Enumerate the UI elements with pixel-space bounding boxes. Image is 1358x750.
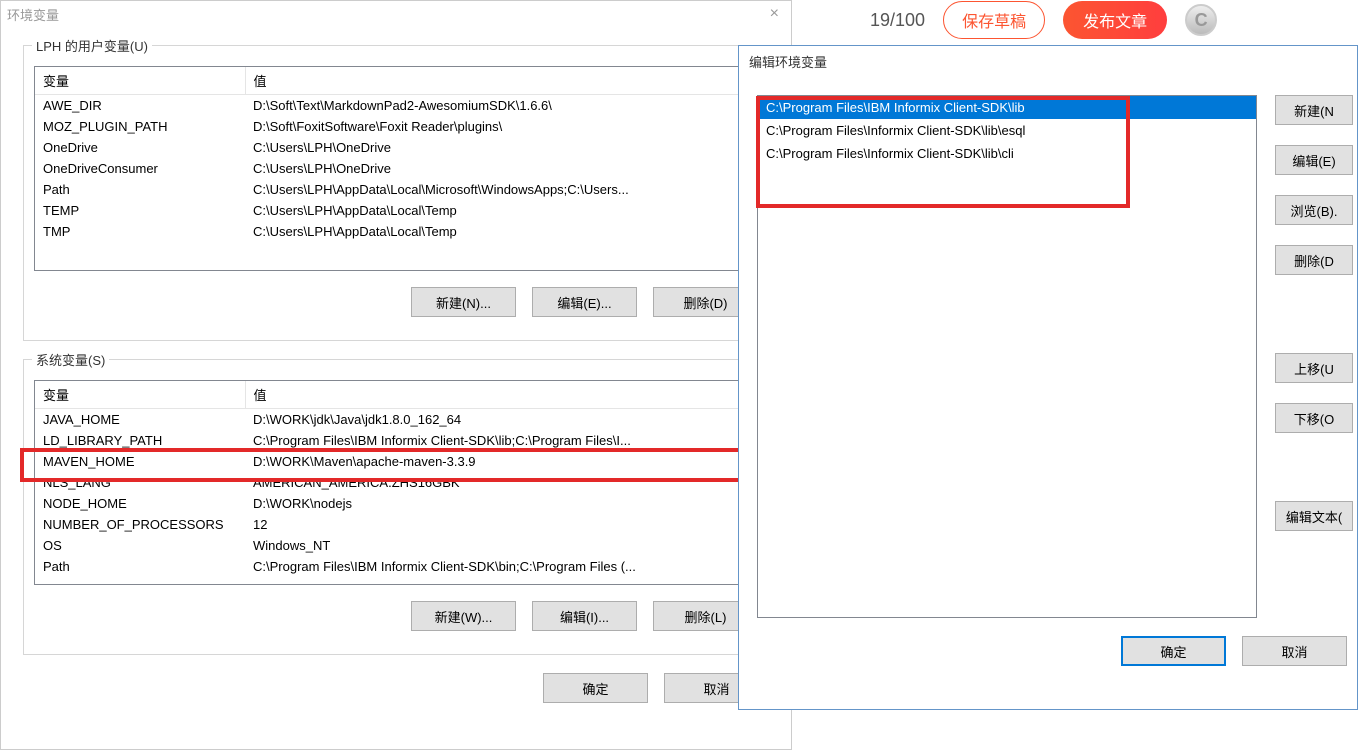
env-ok-button[interactable]: 确定 <box>543 673 648 703</box>
user-vars-table-wrap[interactable]: 变量 值 AWE_DIRD:\Soft\Text\MarkdownPad2-Aw… <box>34 66 758 271</box>
table-row[interactable]: LD_LIBRARY_PATHC:\Program Files\IBM Info… <box>35 430 757 451</box>
edit-browse-button[interactable]: 浏览(B). <box>1275 195 1353 225</box>
table-row[interactable]: NODE_HOMED:\WORK\nodejs <box>35 493 757 514</box>
var-name: NODE_HOME <box>35 493 245 514</box>
var-value: C:\Program Files\IBM Informix Client-SDK… <box>245 556 757 577</box>
var-value: C:\Users\LPH\OneDrive <box>245 158 757 179</box>
var-value: C:\Users\LPH\AppData\Local\Temp <box>245 200 757 221</box>
var-value: C:\Users\LPH\AppData\Local\Temp <box>245 221 757 242</box>
table-row[interactable]: PathC:\Program Files\IBM Informix Client… <box>35 556 757 577</box>
list-item[interactable]: C:\Program Files\Informix Client-SDK\lib… <box>758 142 1256 165</box>
var-value: Windows_NT <box>245 535 757 556</box>
edit-text-button[interactable]: 编辑文本( <box>1275 501 1353 531</box>
var-value: AMERICAN_AMERICA.ZHS16GBK <box>245 472 757 493</box>
table-row[interactable]: NUMBER_OF_PROCESSORS12 <box>35 514 757 535</box>
var-name: OS <box>35 535 245 556</box>
table-row[interactable]: PathC:\Users\LPH\AppData\Local\Microsoft… <box>35 179 757 200</box>
publish-button[interactable]: 发布文章 <box>1063 1 1167 39</box>
user-vars-table: 变量 值 AWE_DIRD:\Soft\Text\MarkdownPad2-Aw… <box>35 67 757 242</box>
var-value: D:\Soft\FoxitSoftware\Foxit Reader\plugi… <box>245 116 757 137</box>
edit-cancel-button[interactable]: 取消 <box>1242 636 1347 666</box>
edit-edit-button[interactable]: 编辑(E) <box>1275 145 1353 175</box>
edit-title: 编辑环境变量 <box>739 46 1357 77</box>
sys-vars-table-wrap[interactable]: 变量 值 JAVA_HOMED:\WORK\jdk\Java\jdk1.8.0_… <box>34 380 758 585</box>
user-vars-group: LPH 的用户变量(U) 变量 值 AWE_DIRD:\Soft\Text\Ma… <box>23 45 769 341</box>
user-new-button[interactable]: 新建(N)... <box>411 287 516 317</box>
var-value: D:\WORK\jdk\Java\jdk1.8.0_162_64 <box>245 409 757 431</box>
var-name: NUMBER_OF_PROCESSORS <box>35 514 245 535</box>
var-value: D:\WORK\Maven\apache-maven-3.3.9 <box>245 451 757 472</box>
table-row[interactable]: OneDriveC:\Users\LPH\OneDrive <box>35 137 757 158</box>
edit-delete-button[interactable]: 删除(D <box>1275 245 1353 275</box>
var-name: JAVA_HOME <box>35 409 245 431</box>
env-vars-window: 环境变量 × LPH 的用户变量(U) 变量 值 AWE_DIRD:\Soft\… <box>0 0 792 750</box>
sys-edit-button[interactable]: 编辑(I)... <box>532 601 637 631</box>
var-value: C:\Users\LPH\OneDrive <box>245 137 757 158</box>
sys-vars-legend: 系统变量(S) <box>32 350 109 369</box>
edit-up-button[interactable]: 上移(U <box>1275 353 1353 383</box>
table-row[interactable]: TMPC:\Users\LPH\AppData\Local\Temp <box>35 221 757 242</box>
list-item[interactable]: C:\Program Files\IBM Informix Client-SDK… <box>758 96 1256 119</box>
var-name: OneDrive <box>35 137 245 158</box>
var-value: C:\Program Files\IBM Informix Client-SDK… <box>245 430 757 451</box>
table-row[interactable]: MAVEN_HOMED:\WORK\Maven\apache-maven-3.3… <box>35 451 757 472</box>
char-count: 19/100 <box>870 10 925 31</box>
webpage-toolbar: 19/100 保存草稿 发布文章 C <box>800 0 1358 40</box>
site-logo-icon: C <box>1185 4 1217 36</box>
edit-env-window: 编辑环境变量 C:\Program Files\IBM Informix Cli… <box>738 45 1358 710</box>
var-name: TMP <box>35 221 245 242</box>
edit-down-button[interactable]: 下移(O <box>1275 403 1353 433</box>
var-name: AWE_DIR <box>35 95 245 117</box>
col-val[interactable]: 值 <box>245 67 757 95</box>
edit-new-button[interactable]: 新建(N <box>1275 95 1353 125</box>
col-val[interactable]: 值 <box>245 381 757 409</box>
table-row[interactable]: NLS_LANGAMERICAN_AMERICA.ZHS16GBK <box>35 472 757 493</box>
save-draft-button[interactable]: 保存草稿 <box>943 1 1045 39</box>
sys-vars-table: 变量 值 JAVA_HOMED:\WORK\jdk\Java\jdk1.8.0_… <box>35 381 757 577</box>
table-row[interactable]: TEMPC:\Users\LPH\AppData\Local\Temp <box>35 200 757 221</box>
var-value: D:\WORK\nodejs <box>245 493 757 514</box>
var-name: NLS_LANG <box>35 472 245 493</box>
var-name: MOZ_PLUGIN_PATH <box>35 116 245 137</box>
table-row[interactable]: AWE_DIRD:\Soft\Text\MarkdownPad2-Awesomi… <box>35 95 757 117</box>
col-var[interactable]: 变量 <box>35 381 245 409</box>
var-name: MAVEN_HOME <box>35 451 245 472</box>
var-value: C:\Users\LPH\AppData\Local\Microsoft\Win… <box>245 179 757 200</box>
var-value: 12 <box>245 514 757 535</box>
table-row[interactable]: OneDriveConsumerC:\Users\LPH\OneDrive <box>35 158 757 179</box>
var-name: Path <box>35 179 245 200</box>
env-title: 环境变量 <box>7 5 59 24</box>
sys-vars-group: 系统变量(S) 变量 值 JAVA_HOMED:\WORK\jdk\Java\j… <box>23 359 769 655</box>
var-name: OneDriveConsumer <box>35 158 245 179</box>
table-row[interactable]: MOZ_PLUGIN_PATHD:\Soft\FoxitSoftware\Fox… <box>35 116 757 137</box>
env-titlebar: 环境变量 × <box>1 1 791 27</box>
var-name: Path <box>35 556 245 577</box>
var-value: D:\Soft\Text\MarkdownPad2-AwesomiumSDK\1… <box>245 95 757 117</box>
col-var[interactable]: 变量 <box>35 67 245 95</box>
table-row[interactable]: OSWindows_NT <box>35 535 757 556</box>
list-item[interactable]: C:\Program Files\Informix Client-SDK\lib… <box>758 119 1256 142</box>
user-edit-button[interactable]: 编辑(E)... <box>532 287 637 317</box>
user-vars-legend: LPH 的用户变量(U) <box>32 36 152 55</box>
close-icon[interactable]: × <box>764 5 785 23</box>
var-name: TEMP <box>35 200 245 221</box>
table-row[interactable]: JAVA_HOMED:\WORK\jdk\Java\jdk1.8.0_162_6… <box>35 409 757 431</box>
value-list[interactable]: C:\Program Files\IBM Informix Client-SDK… <box>757 95 1257 618</box>
sys-new-button[interactable]: 新建(W)... <box>411 601 516 631</box>
edit-ok-button[interactable]: 确定 <box>1121 636 1226 666</box>
var-name: LD_LIBRARY_PATH <box>35 430 245 451</box>
